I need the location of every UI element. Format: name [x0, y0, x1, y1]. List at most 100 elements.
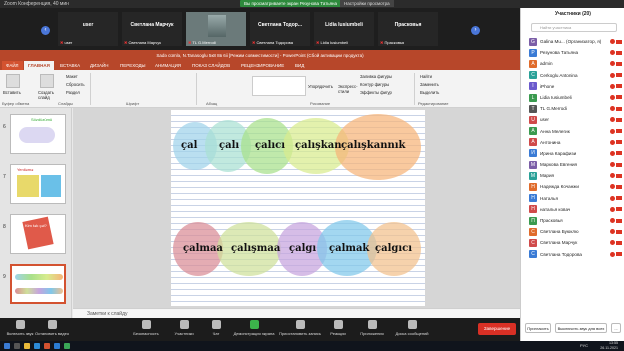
camera-off-icon: [616, 218, 622, 223]
participant-row[interactable]: Н Наталья: [521, 193, 624, 204]
camera-off-icon: [616, 207, 622, 212]
participant-row[interactable]: Р Резунова Татьяна: [521, 47, 624, 58]
shape-effects-button[interactable]: Эффекты фигур: [360, 90, 392, 95]
participant-row[interactable]: А Анна Мелегик: [521, 126, 624, 137]
strip-prev-icon[interactable]: ‹: [41, 26, 50, 35]
participant-search-input[interactable]: Найти участника: [531, 23, 617, 32]
paste-icon[interactable]: [6, 74, 20, 88]
tab-slideshow[interactable]: ПОКАЗ СЛАЙДОВ: [192, 61, 230, 70]
shape-outline-button[interactable]: Контур фигуры: [360, 82, 389, 87]
explorer-icon[interactable]: [24, 343, 30, 349]
participant-row[interactable]: IiPhone: [521, 81, 624, 92]
video-tile[interactable]: Lidia Iusiumbeli Lidia Iusiumbeli: [314, 12, 374, 46]
zoom-app-icon[interactable]: [34, 343, 40, 349]
participant-row[interactable]: T TL G.Merrodi: [521, 103, 624, 114]
windows-start-icon[interactable]: [4, 343, 10, 349]
thumb-text: Kim tək çəl?: [25, 223, 47, 228]
stop-video-button[interactable]: Остановить видео: [34, 320, 70, 336]
tab-home[interactable]: ГЛАВНАЯ: [24, 61, 54, 70]
camera-off-icon: [616, 117, 622, 122]
avatar: М: [529, 171, 537, 180]
strip-next-icon[interactable]: ›: [471, 26, 480, 35]
paste-button[interactable]: Вставить: [3, 90, 21, 95]
slide-thumbnail[interactable]: Sözdüzümü: [10, 114, 66, 154]
video-tile[interactable]: Прасковья Прасковья: [378, 12, 438, 46]
end-meeting-button[interactable]: Завершение: [478, 323, 516, 335]
security-button[interactable]: Безопасность: [128, 320, 164, 336]
participant-row[interactable]: С Светлана Тодорова: [521, 249, 624, 260]
apps-button[interactable]: Приложения: [354, 320, 390, 336]
view-options-button[interactable]: Настройки просмотра: [340, 0, 394, 7]
shape-fill-button[interactable]: Заливка фигуры: [360, 74, 392, 79]
participant-row[interactable]: Uuser: [521, 114, 624, 125]
pause-recording-button[interactable]: Приостановить запись: [276, 320, 324, 336]
thumb-text: Yeniləmə: [17, 167, 34, 172]
tab-design[interactable]: ДИЗАЙН: [90, 61, 109, 70]
tab-transitions[interactable]: ПЕРЕХОДЫ: [120, 61, 146, 70]
camera-off-icon: [616, 140, 622, 145]
section-button[interactable]: Раздел: [66, 90, 80, 95]
arrange-button[interactable]: Упорядочить: [308, 84, 333, 89]
word-app-icon[interactable]: [54, 343, 60, 349]
reset-button[interactable]: Сбросить: [66, 82, 85, 87]
participant-row[interactable]: Н Надежда Кочанжи: [521, 181, 624, 192]
participant-row[interactable]: Ннаталья ковач: [521, 204, 624, 215]
avatar: С: [529, 250, 537, 259]
video-tile[interactable]: Светлана Тодор... Светлана Тодорова: [250, 12, 310, 46]
participants-button[interactable]: Участники: [166, 320, 202, 336]
participant-row[interactable]: С Светлана Марчук: [521, 237, 624, 248]
language-indicator[interactable]: РУС: [580, 343, 588, 348]
unmute-button[interactable]: Включить звук: [2, 320, 38, 336]
tab-review[interactable]: РЕЦЕНЗИРОВАНИЕ: [241, 61, 284, 70]
participant-row[interactable]: G Galina Mu... (Организатор, я): [521, 36, 624, 47]
layout-button[interactable]: Макет: [66, 74, 78, 79]
participant-row[interactable]: И Ирина Карафизи: [521, 148, 624, 159]
reactions-button[interactable]: Реакции: [320, 320, 356, 336]
system-clock[interactable]: 13:55 26.11.2021: [600, 341, 618, 351]
tab-insert[interactable]: ВСТАВКА: [60, 61, 80, 70]
avatar: С: [529, 238, 537, 247]
search-icon[interactable]: [14, 343, 20, 349]
participant-row[interactable]: L Lidia Iusiumbeli: [521, 92, 624, 103]
participant-row[interactable]: П Прасковья: [521, 215, 624, 226]
participant-row[interactable]: М Мария: [521, 170, 624, 181]
new-slide-button[interactable]: Создать слайд: [38, 90, 60, 100]
shapes-gallery[interactable]: [252, 76, 306, 96]
participant-row[interactable]: М Маркова Евгения: [521, 159, 624, 170]
slide-thumbnail-selected[interactable]: [10, 264, 66, 304]
word-10: çalgıcı: [375, 243, 413, 254]
camera-off-icon: [616, 252, 622, 257]
video-tile[interactable]: user user: [58, 12, 118, 46]
participant-row[interactable]: Aadmin: [521, 58, 624, 69]
quick-styles-button[interactable]: Экспресс-стили: [338, 84, 358, 94]
chrome-app-icon[interactable]: [64, 343, 70, 349]
slide-thumbnail[interactable]: Yeniləmə: [10, 164, 66, 204]
video-tile[interactable]: Светлана Марчук Светлана Марчук: [122, 12, 182, 46]
tab-file[interactable]: ФАЙЛ: [2, 61, 23, 70]
invite-button[interactable]: Пригласить: [525, 323, 551, 333]
chat-button[interactable]: Чат: [198, 320, 234, 336]
participant-row[interactable]: С Светлана Буюклю: [521, 226, 624, 237]
find-button[interactable]: Найти: [420, 74, 432, 79]
powerpoint-app-icon[interactable]: [44, 343, 50, 349]
reactions-label: Реакции: [330, 331, 346, 336]
slide-number: 9: [3, 274, 6, 280]
whiteboard-button[interactable]: Доска сообщений: [390, 320, 434, 336]
more-options-button[interactable]: ...: [611, 323, 621, 333]
share-screen-button[interactable]: Демонстрация экрана: [232, 320, 276, 336]
participant-row[interactable]: C Cerkoglu Antonina: [521, 70, 624, 81]
tab-view[interactable]: ВИД: [295, 61, 304, 70]
tab-animations[interactable]: АНИМАЦИЯ: [155, 61, 181, 70]
new-slide-icon[interactable]: [40, 74, 54, 88]
select-button[interactable]: Выделить: [420, 90, 439, 95]
mute-all-button[interactable]: Выключить звук для всех: [555, 323, 607, 333]
replace-button[interactable]: Заменить: [420, 82, 439, 87]
word-6: çalmaa: [183, 243, 223, 254]
notes-pane[interactable]: Заметки к слайду: [73, 308, 520, 318]
slide-thumbnail[interactable]: Kim tək çəl?: [10, 214, 66, 254]
participant-row[interactable]: А Антонина: [521, 137, 624, 148]
word-4: çalışkan: [295, 140, 342, 151]
video-tile[interactable]: TL G.Merrodi: [186, 12, 246, 46]
current-slide[interactable]: çal çalı çalıcı çalışkan çalışkannık çal…: [171, 110, 425, 306]
avatar: С: [529, 227, 537, 236]
